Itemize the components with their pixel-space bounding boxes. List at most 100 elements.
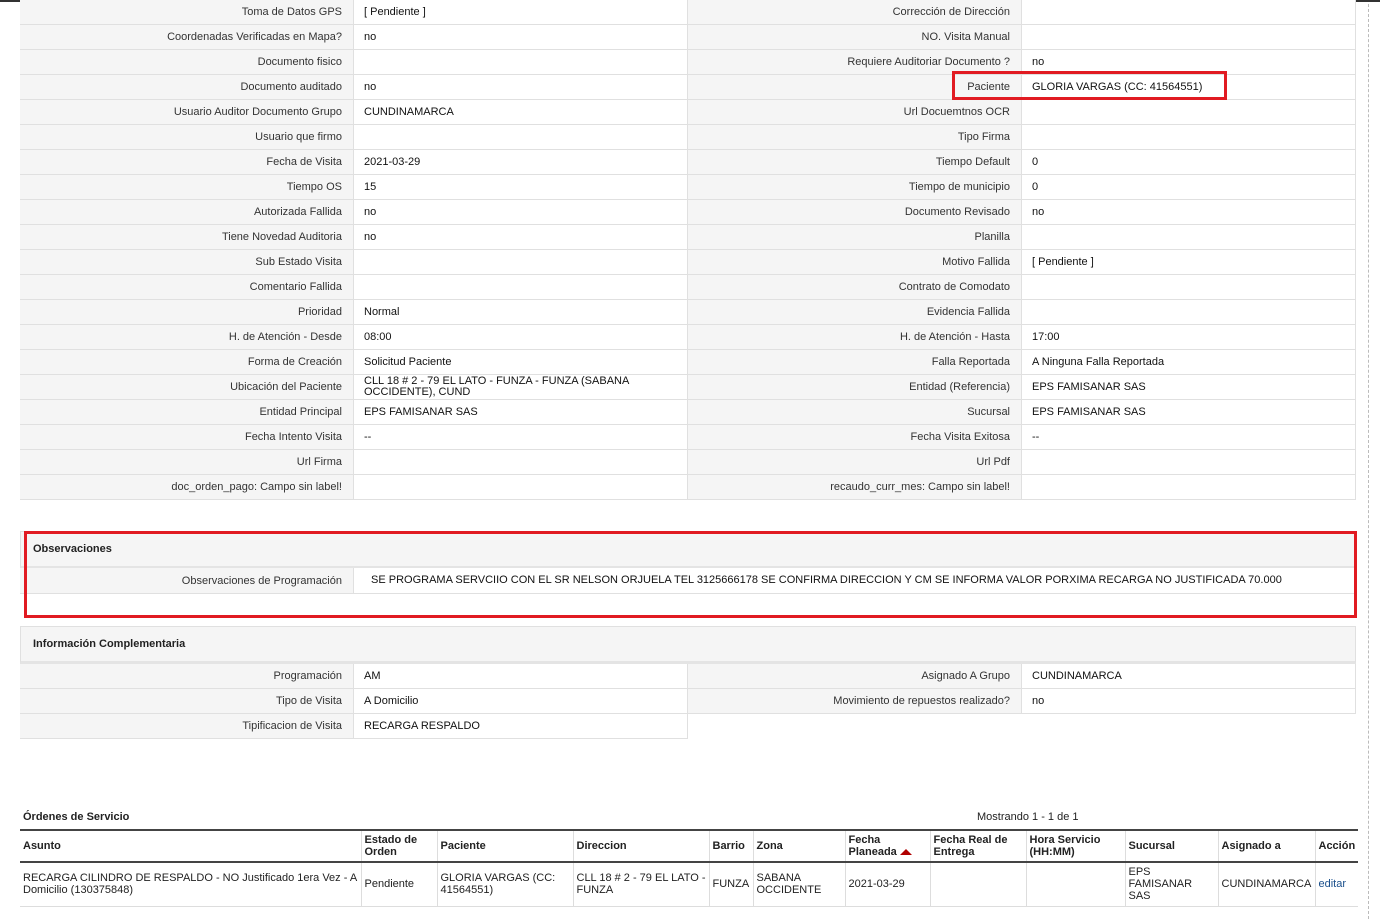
evidencia-fallida-label: Evidencia Fallida — [688, 300, 1022, 325]
fecha-visita-exitosa-value: -- — [1022, 425, 1356, 450]
contrato-de-comodato-value — [1022, 275, 1356, 300]
col-paciente[interactable]: Paciente — [436, 829, 573, 863]
editar-link[interactable]: editar — [1319, 878, 1347, 890]
col-accion: Acción — [1314, 829, 1358, 863]
col-hora-servicio[interactable]: Hora Servicio (HH:MM) — [1025, 829, 1125, 863]
movimiento-de-repuestos-realizado-value: no — [1022, 689, 1356, 714]
col-estado-orden[interactable]: Estado de Orden — [360, 829, 437, 863]
usuario-que-firmo-label: Usuario que firmo — [20, 125, 354, 150]
cell-asignado: CUNDINAMARCA — [1217, 862, 1315, 907]
field-row: Sub Estado Visita Motivo Fallida[ Pendien… — [20, 250, 1356, 275]
h-de-atencion-desde-label: H. de Atención - Desde — [20, 325, 354, 350]
field-row: Programación AM Asignado A Grupo CUNDINAMAR… — [20, 664, 1356, 689]
ubicacion-del-paciente-value: CLL 18 # 2 - 79 EL LATO - FUNZA - FUNZA … — [354, 375, 688, 400]
cell-hora — [1025, 862, 1125, 907]
cell-estado: Pendiente — [360, 862, 437, 907]
documento-fisico-value — [354, 50, 688, 75]
documento-revisado-label: Documento Revisado — [688, 200, 1022, 225]
entidad-referencia-value: EPS FAMISANAR SAS — [1022, 375, 1356, 400]
tipo-firma-label: Tipo Firma — [688, 125, 1022, 150]
field-row: Forma de Creación Solicitud Paciente Falla… — [20, 350, 1356, 375]
col-barrio[interactable]: Barrio — [708, 829, 753, 863]
observaciones-title: Observaciones — [33, 543, 112, 555]
usuario-auditor-documento-grupo-label: Usuario Auditor Documento Grupo — [20, 100, 354, 125]
asignado-a-grupo-value: CUNDINAMARCA — [1022, 664, 1356, 689]
cell-asunto: RECARGA CILINDRO DE RESPALDO - NO Justif… — [20, 862, 361, 907]
col-direccion[interactable]: Direccion — [572, 829, 709, 863]
col-fecha-planeada[interactable]: Fecha Planeada — [844, 829, 930, 863]
doc-orden-pago-campo-sin-label-label: doc_orden_pago: Campo sin label! — [20, 475, 354, 500]
prioridad-value: Normal — [354, 300, 688, 325]
cell-barrio: FUNZA — [708, 862, 753, 907]
field-row: Coordenadas Verificadas en Mapa? no NO. Vi… — [20, 25, 1356, 50]
col-fecha-planeada-label: Fecha Planeada — [848, 834, 897, 858]
autorizada-fallida-label: Autorizada Fallida — [20, 200, 354, 225]
asignado-a-grupo-label: Asignado A Grupo — [688, 664, 1022, 689]
observaciones-programacion-label: Observaciones de Programación — [20, 568, 354, 594]
usuario-auditor-documento-grupo-value: CUNDINAMARCA — [354, 100, 688, 125]
fecha-intento-visita-value: -- — [354, 425, 688, 450]
recaudo-curr-mes-campo-sin-label-label: recaudo_curr_mes: Campo sin label! — [688, 475, 1022, 500]
falla-reportada-label: Falla Reportada — [688, 350, 1022, 375]
col-asignado[interactable]: Asignado a — [1217, 829, 1315, 863]
requiere-auditoriar-documento-label: Requiere Auditoriar Documento ? — [688, 50, 1022, 75]
field-row: Tipo de Visita A Domicilio Movimiento de r… — [20, 689, 1356, 714]
falla-reportada-value: A Ninguna Falla Reportada — [1022, 350, 1356, 375]
contrato-de-comodato-label: Contrato de Comodato — [688, 275, 1022, 300]
sub-estado-visita-label: Sub Estado Visita — [20, 250, 354, 275]
paciente-value: GLORIA VARGAS (CC: 41564551) — [1022, 75, 1356, 100]
forma-de-creacion-value: Solicitud Paciente — [354, 350, 688, 375]
observaciones-programacion-row: Observaciones de Programación SE PROGRAM… — [20, 568, 1356, 594]
sucursal-label: Sucursal — [688, 400, 1022, 425]
entidad-referencia-label: Entidad (Referencia) — [688, 375, 1022, 400]
field-row: Entidad Principal EPS FAMISANAR SAS Sucurs… — [20, 400, 1356, 425]
field-row: Fecha Intento Visita -- Fecha Visita Exito… — [20, 425, 1356, 450]
cell-fecha-real — [929, 862, 1026, 907]
tipo-de-visita-value: A Domicilio — [354, 689, 688, 714]
tiempo-default-label: Tiempo Default — [688, 150, 1022, 175]
coordenadas-verificadas-en-mapa-value: no — [354, 25, 688, 50]
url-docuemtnos-ocr-label: Url Docuemtnos OCR — [688, 100, 1022, 125]
coordenadas-verificadas-en-mapa-label: Coordenadas Verificadas en Mapa? — [20, 25, 354, 50]
field-row: Toma de Datos GPS[ Pendiente ] Corrección… — [20, 0, 1356, 25]
h-de-atencion-desde-value: 08:00 — [354, 325, 688, 350]
tiene-novedad-auditoria-value: no — [354, 225, 688, 250]
prioridad-label: Prioridad — [20, 300, 354, 325]
tiempo-de-municipio-label: Tiempo de municipio — [688, 175, 1022, 200]
ordenes-table: Asunto Estado de Orden Paciente Direccio… — [20, 829, 1358, 907]
comentario-fallida-value — [354, 275, 688, 300]
observaciones-header: Observaciones — [20, 531, 1356, 569]
field-row: Tipificacion de Visita RECARGA RESPALDO — [20, 714, 1356, 739]
fecha-de-visita-label: Fecha de Visita — [20, 150, 354, 175]
tipo-de-visita-label: Tipo de Visita — [20, 689, 354, 714]
url-firma-label: Url Firma — [20, 450, 354, 475]
visit-details-grid: Toma de Datos GPS[ Pendiente ] Corrección… — [20, 0, 1356, 500]
col-asunto[interactable]: Asunto — [20, 829, 361, 863]
url-pdf-value — [1022, 450, 1356, 475]
toma-de-datos-gps-label: Toma de Datos GPS — [20, 0, 354, 25]
tiempo-de-municipio-value: 0 — [1022, 175, 1356, 200]
col-fecha-real[interactable]: Fecha Real de Entrega — [929, 829, 1026, 863]
cell-direccion: CLL 18 # 2 - 79 EL LATO - FUNZA — [572, 862, 709, 907]
col-sucursal[interactable]: Sucursal — [1124, 829, 1218, 863]
url-firma-value — [354, 450, 688, 475]
recaudo-curr-mes-campo-sin-label-value — [1022, 475, 1356, 500]
motivo-fallida-value: [ Pendiente ] — [1022, 250, 1356, 275]
field-row: Url Firma Url Pdf — [20, 450, 1356, 475]
programacion-label: Programación — [20, 664, 354, 689]
field-row: Comentario Fallida Contrato de Comodato — [20, 275, 1356, 300]
movimiento-de-repuestos-realizado-label: Movimiento de repuestos realizado? — [688, 689, 1022, 714]
col-zona[interactable]: Zona — [752, 829, 845, 863]
field-row: Usuario que firmo Tipo Firma — [20, 125, 1356, 150]
info-complementaria-header: Información Complementaria — [20, 626, 1356, 664]
fecha-de-visita-value: 2021-03-29 — [354, 150, 688, 175]
evidencia-fallida-value — [1022, 300, 1356, 325]
ordenes-title: Órdenes de Servicio — [23, 811, 130, 823]
url-pdf-label: Url Pdf — [688, 450, 1022, 475]
field-row: Documento fisico Requiere Auditoriar Docu… — [20, 50, 1356, 75]
tipo-firma-value — [1022, 125, 1356, 150]
observaciones-programacion-value: SE PROGRAMA SERVCIIO CON EL SR NELSON OR… — [354, 568, 1356, 594]
tipificacion-de-visita-label: Tipificacion de Visita — [20, 714, 354, 739]
tiene-novedad-auditoria-label: Tiene Novedad Auditoria — [20, 225, 354, 250]
usuario-que-firmo-value — [354, 125, 688, 150]
